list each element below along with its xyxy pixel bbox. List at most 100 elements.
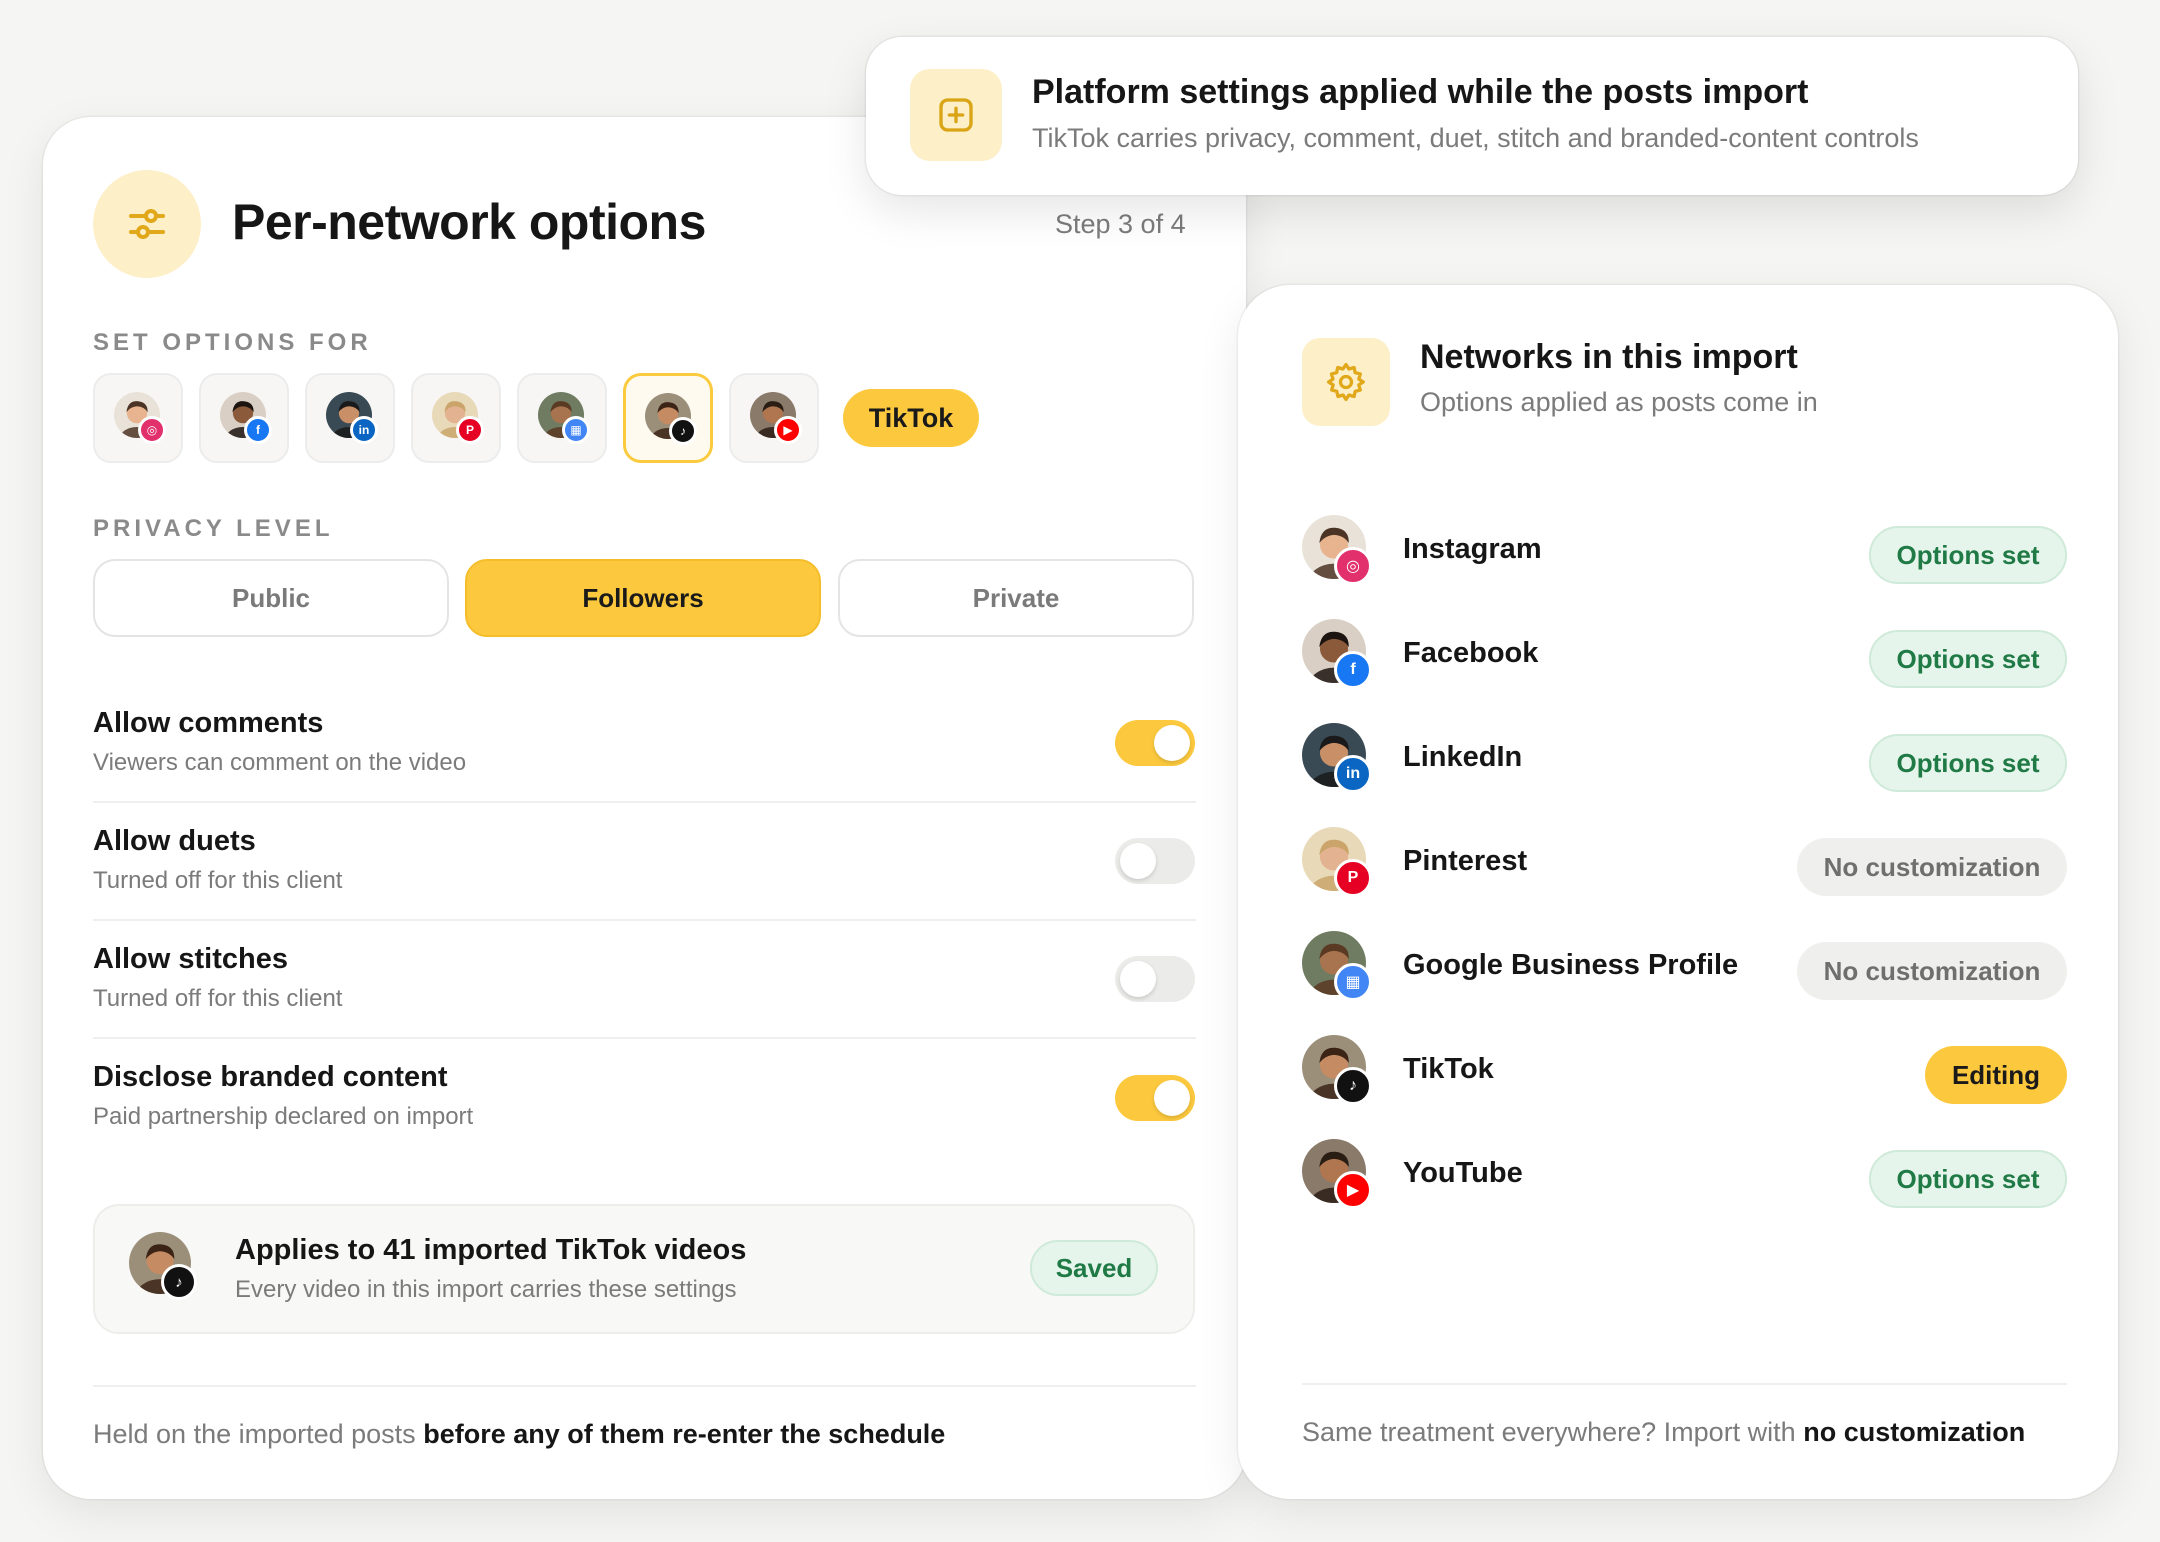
divider [93,801,1196,803]
networks-in-import-panel: Networks in this import Options applied … [1238,285,2118,1499]
instagram-icon: ◎ [1334,547,1372,585]
network-select-instagram[interactable]: ◎ [93,373,183,463]
google-business-icon: ▦ [1334,963,1372,1001]
network-name: Instagram [1403,533,1542,565]
tiktok-icon: ♪ [669,417,697,445]
divider [93,1385,1196,1387]
allow-stitches-toggle[interactable] [1115,956,1195,1002]
network-name: LinkedIn [1403,741,1523,773]
facebook-icon: f [244,416,272,444]
allow-duets-title: Allow duets [93,825,256,857]
network-status-badge[interactable]: No customization [1797,838,2067,896]
avatar: f [220,392,272,444]
network-select-linkedin[interactable]: in [305,373,395,463]
network-select-facebook[interactable]: f [199,373,289,463]
network-name: Facebook [1403,637,1539,669]
disclose-branded-subtitle: Paid partnership declared on import [93,1103,474,1130]
toggle-knob [1120,843,1156,879]
network-select-tiktok[interactable]: ♪ [623,373,713,463]
network-name: YouTube [1403,1157,1523,1189]
network-status-badge[interactable]: No customization [1797,942,2067,1000]
disclose-branded-toggle[interactable] [1115,1075,1195,1121]
left-footer: Held on the imported posts before any of… [93,1419,945,1450]
allow-comments-toggle[interactable] [1115,720,1195,766]
avatar: P [1302,827,1382,907]
network-name: Google Business Profile [1403,949,1739,981]
tiktok-avatar: ♪ [129,1232,199,1302]
avatar: ◎ [114,392,166,444]
disclose-branded-title: Disclose branded content [93,1061,448,1093]
right-footer: Same treatment everywhere? Import with n… [1302,1417,2025,1448]
privacy-option-followers[interactable]: Followers [465,559,821,637]
privacy-option-public[interactable]: Public [93,559,449,637]
selected-network-pill: TikTok [843,389,979,447]
allow-duets-toggle[interactable] [1115,838,1195,884]
tiktok-icon: ♪ [1334,1067,1372,1105]
avatar: P [432,392,484,444]
page-title: Per-network options [232,194,706,250]
instagram-icon: ◎ [138,416,166,444]
toggle-knob [1154,725,1190,761]
allow-stitches-subtitle: Turned off for this client [93,985,343,1012]
network-select-pinterest[interactable]: P [411,373,501,463]
divider [93,919,1196,921]
pinterest-icon: P [456,416,484,444]
avatar: ▦ [1302,931,1382,1011]
linkedin-icon: in [350,416,378,444]
divider [1302,1383,2067,1385]
per-network-options-panel: Per-network options Step 3 of 4 SET OPTI… [43,117,1246,1499]
google-business-icon: ▦ [562,416,590,444]
network-name: TikTok [1403,1053,1494,1085]
gear-icon [1302,338,1390,426]
avatar: ▶ [1302,1139,1382,1219]
right-footer-bold: no customization [1803,1417,2026,1447]
allow-stitches-title: Allow stitches [93,943,288,975]
toggle-knob [1120,961,1156,997]
network-status-badge[interactable]: Options set [1869,630,2067,688]
left-footer-prefix: Held on the imported posts [93,1419,416,1449]
banner-subtitle: TikTok carries privacy, comment, duet, s… [1032,123,1919,153]
avatar: ♪ [1302,1035,1382,1115]
network-status-badge[interactable]: Options set [1869,734,2067,792]
linkedin-icon: in [1334,755,1372,793]
divider [93,1037,1196,1039]
allow-comments-subtitle: Viewers can comment on the video [93,749,467,776]
allow-duets-subtitle: Turned off for this client [93,867,343,894]
network-select-google-business-profile[interactable]: ▦ [517,373,607,463]
import-info-banner: Platform settings applied while the post… [866,37,2078,195]
privacy-option-private[interactable]: Private [838,559,1194,637]
plus-square-icon [910,69,1002,161]
networks-subtitle: Options applied as posts come in [1420,387,1818,417]
avatar: ▦ [538,392,590,444]
set-options-label: SET OPTIONS FOR [93,329,372,356]
avatar: ♪ [645,393,697,445]
tiktok-icon: ♪ [161,1264,197,1300]
network-status-badge: Editing [1925,1046,2067,1104]
avatar: ◎ [1302,515,1382,595]
toggle-knob [1154,1080,1190,1116]
left-footer-bold: before any of them re-enter the schedule [423,1419,946,1449]
avatar: in [326,392,378,444]
avatar: f [1302,619,1382,699]
network-status-badge[interactable]: Options set [1869,1150,2067,1208]
networks-title: Networks in this import [1420,338,1798,376]
avatar: ▶ [750,392,802,444]
pinterest-icon: P [1334,859,1372,897]
banner-title: Platform settings applied while the post… [1032,73,1809,111]
summary-box: ♪ Applies to 41 imported TikTok videos E… [93,1204,1195,1334]
youtube-icon: ▶ [774,416,802,444]
network-name: Pinterest [1403,845,1528,877]
network-select-youtube[interactable]: ▶ [729,373,819,463]
network-status-badge[interactable]: Options set [1869,526,2067,584]
privacy-level-label: PRIVACY LEVEL [93,515,334,542]
saved-badge: Saved [1030,1240,1158,1296]
youtube-icon: ▶ [1334,1171,1372,1209]
allow-comments-title: Allow comments [93,707,324,739]
summary-title: Applies to 41 imported TikTok videos [235,1234,747,1266]
facebook-icon: f [1334,651,1372,689]
step-indicator: Step 3 of 4 [1055,209,1186,239]
sliders-icon [93,170,201,278]
summary-subtitle: Every video in this import carries these… [235,1276,737,1303]
right-footer-prefix: Same treatment everywhere? Import with [1302,1417,1796,1447]
avatar: in [1302,723,1382,803]
